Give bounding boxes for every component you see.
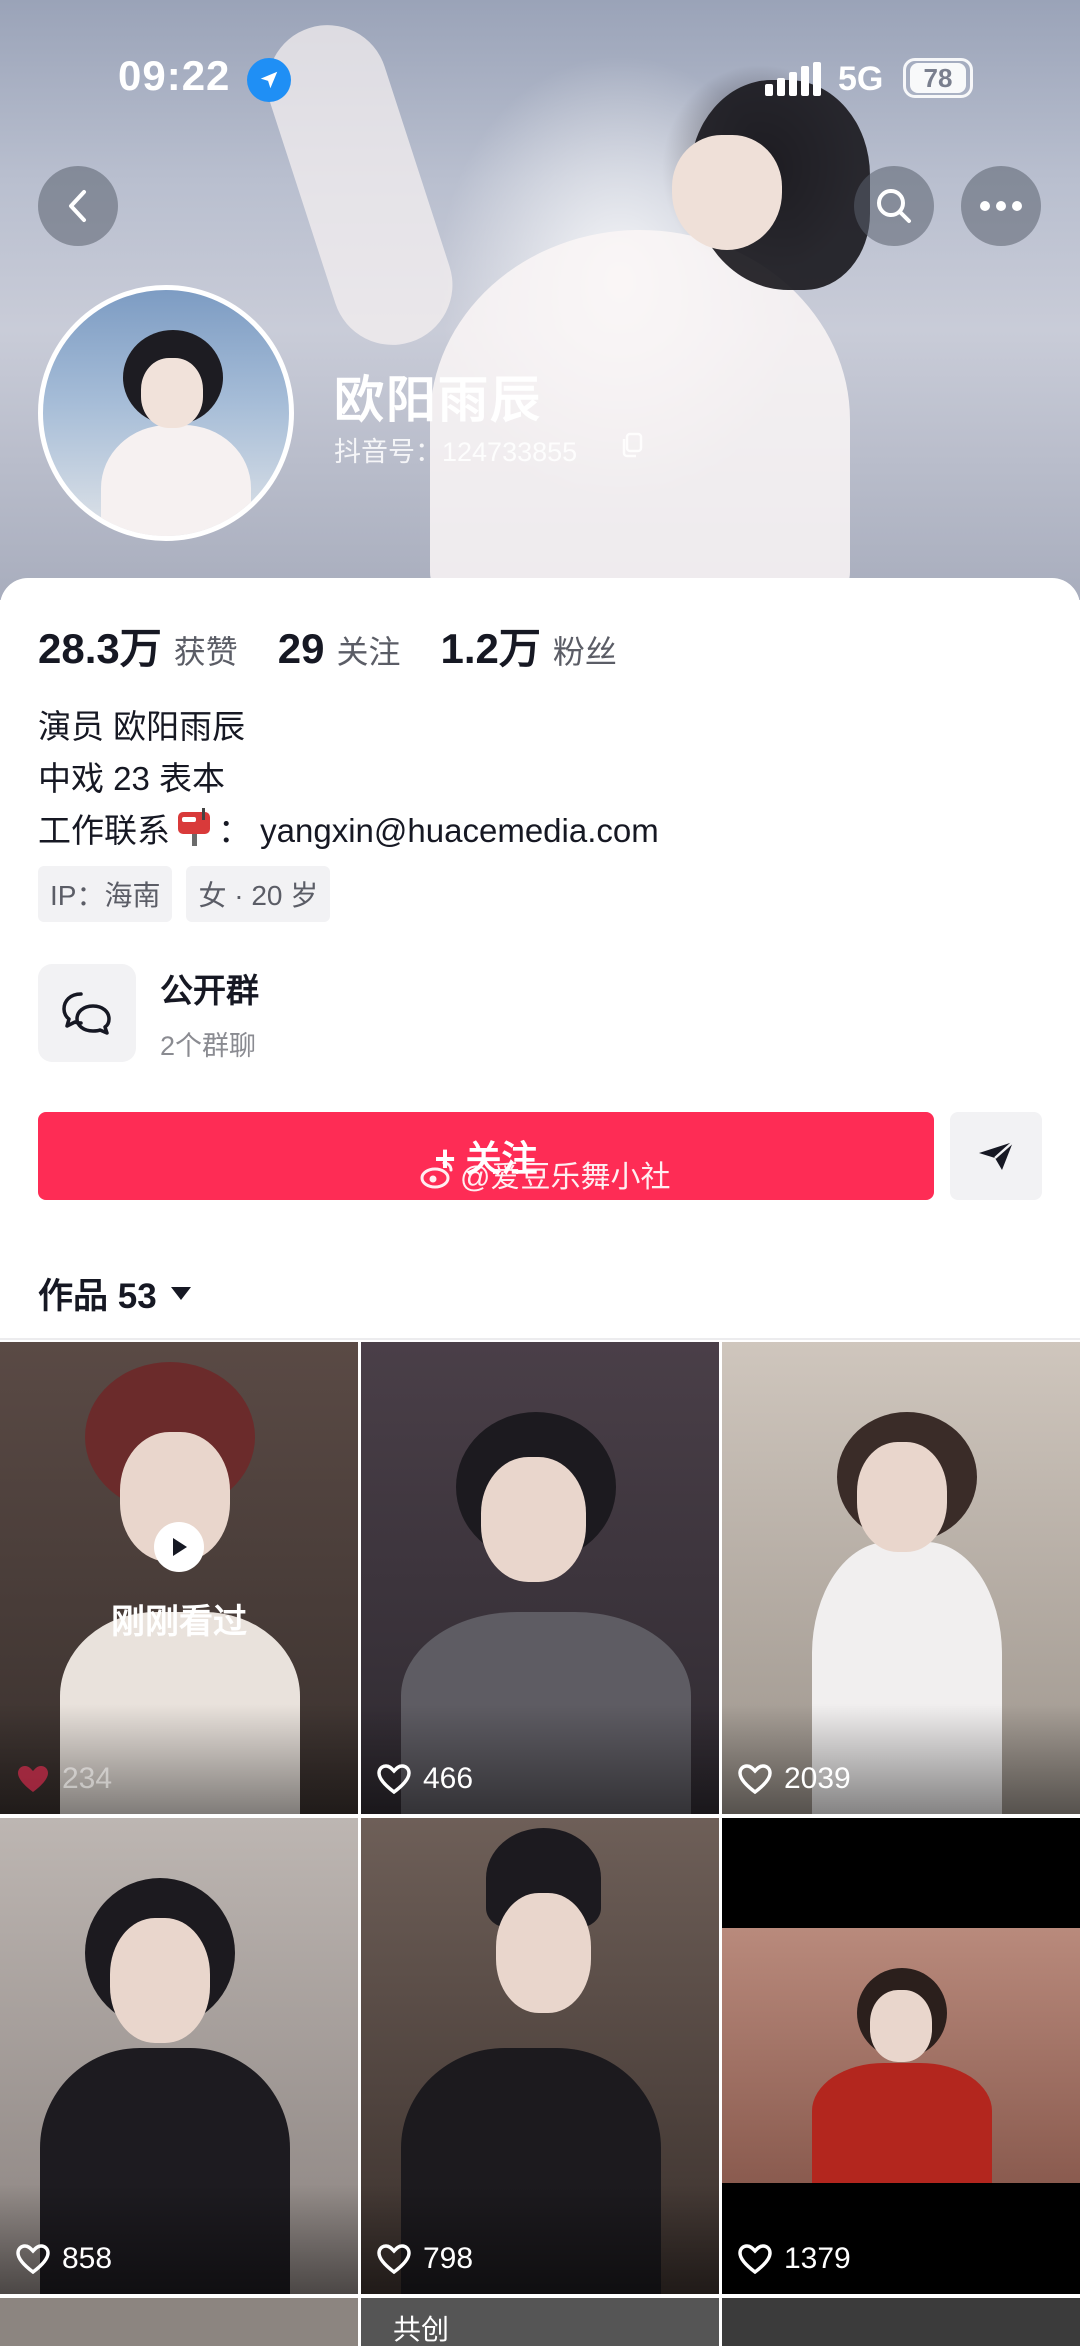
video-thumbnail[interactable]: 刚刚看过 234 [0,1342,358,1814]
heart-icon [377,1764,411,1794]
douyin-id: 抖音号：124733855 [334,437,578,467]
battery-icon: 78 [903,58,973,98]
search-button[interactable] [854,166,934,246]
ip-location-tag: IP：海南 [38,866,173,922]
cover-figure-arm [251,9,469,361]
divider [0,1338,1080,1340]
like-count-value: 858 [62,2242,113,2275]
heart-icon [738,1764,772,1794]
play-icon [154,1522,204,1572]
heart-icon [16,2244,50,2274]
thumb-figure-face [870,1990,932,2062]
like-count-value: 466 [423,1762,474,1795]
bio-line-2: 中戏 23 表本 [38,760,226,797]
more-options-button[interactable] [961,166,1041,246]
copy-icon[interactable] [620,432,644,458]
thumb-shade [722,1704,1080,1814]
video-thumbnail[interactable]: 466 [361,1342,719,1814]
mailbox-icon [178,808,210,846]
like-count: 2039 [738,1762,851,1796]
caret-down-icon [170,1287,191,1300]
video-thumbnail[interactable]: 2039 [722,1342,1080,1814]
location-arrow-icon [247,58,291,102]
stat-label: 获赞 [173,634,238,670]
thumb-shade [0,2184,358,2294]
stat-label: 关注 [336,634,401,670]
bio-line-3: 工作联系 ： yangxin@huacemedia.com [38,804,659,852]
stat-label: 粉丝 [552,634,617,670]
signal-icon [765,62,821,96]
video-thumbnail[interactable]: 858 [0,1818,358,2294]
video-thumbnail[interactable] [722,2298,1080,2346]
thumb-figure-body [812,2063,992,2183]
works-label: 作品 53 [38,1277,157,1316]
gender-age-tag: 女 · 20 岁 [186,866,331,922]
bio-contact-email: ： yangxin@huacemedia.com [218,812,659,849]
paper-plane-icon [979,1141,1014,1170]
cover-figure-face [672,135,782,250]
stat-likes[interactable]: 28.3万 获赞 [38,615,238,676]
thumb-figure-face [857,1442,947,1552]
like-count-value: 234 [62,1762,113,1795]
just-watched-overlay: 刚刚看过 [0,1522,358,1643]
more-dots-icon [980,201,1022,211]
send-message-button[interactable] [950,1112,1042,1200]
status-time: 09:22 [118,52,231,99]
video-thumbnail[interactable]: 798 [361,1818,719,2294]
avatar[interactable] [38,285,294,541]
search-icon [877,189,911,223]
stat-value: 29 [277,625,325,672]
video-thumbnail[interactable] [0,2298,358,2346]
bio-contact-prefix: 工作联系 [38,812,170,849]
thumb-figure-face [481,1457,586,1582]
heart-icon [377,2244,411,2274]
profile-name: 欧阳雨辰 [334,372,542,428]
works-tab[interactable]: 作品 53 [38,1268,191,1319]
watermark: @爱豆乐舞小社 [420,1152,670,1196]
public-group-entry[interactable]: 公开群 2个群聊 [38,963,1042,1063]
stat-value: 1.2万 [440,625,541,672]
stat-following[interactable]: 29 关注 [278,625,401,673]
like-count: 858 [16,2242,112,2276]
video-thumbnail[interactable]: 1379 [722,1818,1080,2294]
chevron-left-icon [69,190,86,222]
heart-icon [18,1766,48,1792]
network-label: 5G [838,60,884,98]
thumb-shade [0,1704,358,1814]
like-count-value: 1379 [784,2242,851,2275]
like-count-value: 798 [423,2242,474,2275]
back-button[interactable] [38,166,118,246]
thumb-shade [361,2184,719,2294]
group-subtitle: 2个群聊 [160,1030,257,1061]
avatar-figure-face [141,358,203,428]
like-count-value: 2039 [784,1762,851,1795]
profile-tags: IP：海南 女 · 20 岁 [38,866,344,922]
co-creation-label: 共创 [393,2314,450,2345]
avatar-figure-body [101,425,251,536]
heart-icon [738,2244,772,2274]
group-chat-icon [38,964,136,1062]
profile-stats: 28.3万 获赞 29 关注 1.2万 粉丝 [38,615,657,673]
like-count: 234 [16,1762,112,1796]
group-title: 公开群 [160,971,259,1009]
stat-value: 28.3万 [38,625,162,672]
thumb-shade [361,1704,719,1814]
thumb-figure-face [496,1893,591,2013]
stat-followers[interactable]: 1.2万 粉丝 [441,615,617,676]
weibo-logo-icon [420,1161,453,1189]
thumb-figure-face [110,1918,210,2043]
watermark-text: @爱豆乐舞小社 [460,1161,671,1194]
like-count: 1379 [738,2242,851,2276]
thumb-photo [722,1928,1080,2183]
like-count: 798 [377,2242,473,2276]
battery-level: 78 [910,63,966,93]
like-count: 466 [377,1762,473,1796]
video-thumbnail[interactable]: 共创 [361,2298,719,2346]
just-watched-label: 刚刚看过 [111,1603,247,1641]
bio-line-1: 演员 欧阳雨辰 [38,708,246,745]
